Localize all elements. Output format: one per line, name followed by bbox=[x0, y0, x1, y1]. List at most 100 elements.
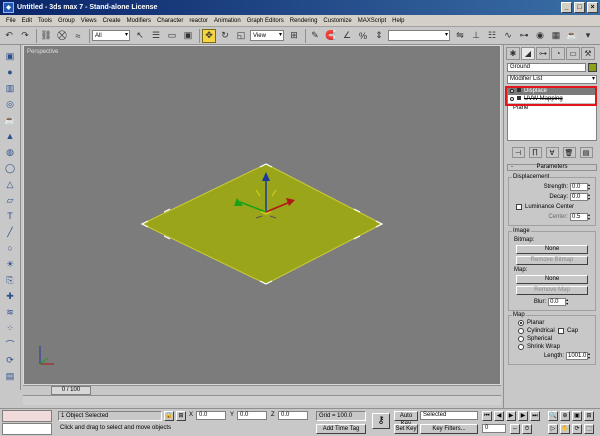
circle-shape-icon[interactable]: ○ bbox=[3, 241, 18, 255]
align-icon[interactable]: ⊥ bbox=[469, 29, 483, 43]
select-and-scale-icon[interactable]: ◱ bbox=[234, 29, 248, 43]
go-to-end-icon[interactable]: ⏭ bbox=[530, 411, 540, 421]
tube-icon[interactable]: ◯ bbox=[3, 161, 18, 175]
menu-create[interactable]: Create bbox=[100, 18, 124, 24]
arc-rotate-icon[interactable]: ⟳ bbox=[572, 424, 582, 434]
zoom-extents-icon[interactable]: ▣ bbox=[572, 411, 582, 421]
pivot-center-icon[interactable]: ⊞ bbox=[287, 29, 301, 43]
select-and-move-icon[interactable]: ✥ bbox=[202, 28, 216, 43]
particle-icon[interactable]: ⁘ bbox=[3, 321, 18, 335]
zoom-all-icon[interactable]: ⊕ bbox=[560, 411, 570, 421]
select-manipulate-icon[interactable]: ✎ bbox=[308, 29, 322, 43]
modify-tab-icon[interactable]: ◢ bbox=[521, 47, 535, 60]
menu-group[interactable]: Group bbox=[55, 18, 78, 24]
teapot-icon[interactable]: ☕ bbox=[3, 113, 18, 127]
snap-toggle-icon[interactable]: 🧲 bbox=[324, 29, 338, 43]
link-icon[interactable]: ⛓ bbox=[39, 29, 53, 43]
mirror-icon[interactable]: ⇋ bbox=[453, 29, 467, 43]
show-end-result-icon[interactable]: ∏ bbox=[528, 147, 542, 158]
planar-option[interactable]: Planar bbox=[512, 319, 592, 327]
close-button[interactable]: × bbox=[587, 2, 598, 13]
cylinder-icon[interactable]: ▥ bbox=[3, 81, 18, 95]
spinner-arrows-icon[interactable]: ▴ ▾ bbox=[588, 193, 592, 201]
reference-coord-dropdown[interactable]: View bbox=[250, 30, 284, 41]
twist-modifier-icon[interactable]: ⟳ bbox=[3, 353, 18, 367]
select-by-name-icon[interactable]: ☰ bbox=[149, 29, 163, 43]
render-type-icon[interactable]: ▾ bbox=[581, 29, 595, 43]
pin-stack-icon[interactable]: ⊣ bbox=[511, 147, 525, 158]
select-and-rotate-icon[interactable]: ↻ bbox=[218, 29, 232, 43]
time-config-icon[interactable]: ⏱ bbox=[522, 424, 532, 434]
schematic-view-icon[interactable]: ⊶ bbox=[517, 29, 531, 43]
go-to-start-icon[interactable]: ⏮ bbox=[482, 411, 492, 421]
menu-views[interactable]: Views bbox=[78, 18, 100, 24]
menu-tools[interactable]: Tools bbox=[35, 18, 55, 24]
field-of-view-icon[interactable]: ▷ bbox=[548, 424, 558, 434]
utilities-tab-icon[interactable]: ⚒ bbox=[581, 47, 595, 60]
lock-selection-icon[interactable]: 🔒 bbox=[164, 411, 174, 421]
spinner-arrows-icon[interactable]: ▴ ▾ bbox=[588, 183, 592, 191]
named-selection-dropdown[interactable] bbox=[388, 30, 450, 41]
geosphere-icon[interactable]: ◍ bbox=[3, 145, 18, 159]
remove-bitmap-button[interactable]: Remove Bitmap bbox=[516, 256, 588, 265]
select-object-icon[interactable]: ↖ bbox=[133, 29, 147, 43]
menu-file[interactable]: File bbox=[3, 18, 19, 24]
menu-edit[interactable]: Edit bbox=[19, 18, 35, 24]
pan-icon[interactable]: ✋ bbox=[560, 424, 570, 434]
key-mode-toggle-icon[interactable]: ⇔ bbox=[510, 424, 520, 434]
cylindrical-option[interactable]: Cylindrical Cap bbox=[512, 327, 592, 335]
time-slider-thumb[interactable]: 0 / 100 bbox=[51, 386, 91, 395]
strength-input[interactable]: 0.0 bbox=[570, 183, 588, 191]
pyramid-icon[interactable]: △ bbox=[3, 177, 18, 191]
spinner-arrows-icon[interactable]: ▴ ▾ bbox=[588, 213, 592, 221]
map-button[interactable]: None bbox=[516, 275, 588, 284]
bend-modifier-icon[interactable]: ⌒ bbox=[3, 337, 18, 351]
display-tab-icon[interactable]: ▭ bbox=[566, 47, 580, 60]
blur-input[interactable]: 0.0 bbox=[548, 298, 567, 306]
spinner-arrows-icon[interactable]: ▴ ▾ bbox=[566, 298, 570, 306]
angle-snap-icon[interactable]: ∠ bbox=[340, 29, 354, 43]
undo-icon[interactable]: ↶ bbox=[2, 29, 16, 43]
modifier-list-dropdown[interactable]: Modifier List bbox=[507, 75, 597, 84]
bind-space-warp-icon[interactable]: ≈ bbox=[71, 29, 85, 43]
camera-icon[interactable]: ⎘ bbox=[3, 273, 18, 287]
remove-map-button[interactable]: Remove Map bbox=[516, 286, 588, 295]
spinner-snap-icon[interactable]: ⇕ bbox=[372, 29, 386, 43]
menu-customize[interactable]: Customize bbox=[320, 18, 354, 24]
maximize-viewport-icon[interactable]: ⬚ bbox=[584, 424, 594, 434]
uvw-map-icon[interactable]: ▤ bbox=[3, 369, 18, 383]
spherical-option[interactable]: Spherical bbox=[512, 335, 592, 343]
radio-button[interactable] bbox=[518, 344, 524, 350]
object-name-field[interactable]: Ground bbox=[507, 63, 586, 72]
torus-icon[interactable]: ◎ bbox=[3, 97, 18, 111]
play-icon[interactable]: ▶ bbox=[506, 411, 516, 421]
maxscript-listener-input[interactable] bbox=[2, 423, 52, 435]
z-coordinate-input[interactable]: 0.0 bbox=[278, 411, 308, 420]
previous-frame-icon[interactable]: ◀ bbox=[494, 411, 504, 421]
selection-filter-dropdown[interactable]: All bbox=[92, 30, 130, 41]
material-editor-icon[interactable]: ◉ bbox=[533, 29, 547, 43]
motion-tab-icon[interactable]: ◔ bbox=[551, 47, 565, 60]
radio-button[interactable] bbox=[518, 328, 524, 334]
configure-modifier-sets-icon[interactable]: ▤ bbox=[579, 147, 593, 158]
center-input[interactable]: 0.5 bbox=[570, 213, 588, 221]
set-key-button[interactable]: Set Key bbox=[394, 424, 418, 434]
length-input[interactable]: 1001.0 bbox=[566, 352, 588, 360]
current-frame-input[interactable]: 0 bbox=[482, 424, 506, 433]
add-time-tag-button[interactable]: Add Time Tag bbox=[316, 424, 366, 434]
percent-snap-icon[interactable]: % bbox=[356, 29, 370, 43]
absolute-mode-icon[interactable]: ⊞ bbox=[176, 411, 186, 421]
decay-input[interactable]: 0.0 bbox=[570, 193, 588, 201]
maximize-button[interactable]: □ bbox=[574, 2, 585, 13]
luminance-center-checkbox[interactable] bbox=[516, 204, 522, 210]
menu-graph-editors[interactable]: Graph Editors bbox=[244, 18, 287, 24]
curve-editor-icon[interactable]: ∿ bbox=[501, 29, 515, 43]
zoom-extents-all-icon[interactable]: ⊞ bbox=[584, 411, 594, 421]
key-mode-dropdown[interactable]: Selected bbox=[420, 411, 478, 420]
ground-plane[interactable] bbox=[140, 163, 384, 285]
plane-icon[interactable]: ▱ bbox=[3, 193, 18, 207]
quick-render-icon[interactable]: ☕ bbox=[565, 29, 579, 43]
shrink-wrap-option[interactable]: Shrink Wrap bbox=[512, 343, 592, 351]
x-coordinate-input[interactable]: 0.0 bbox=[196, 411, 226, 420]
light-icon[interactable]: ☀ bbox=[3, 257, 18, 271]
